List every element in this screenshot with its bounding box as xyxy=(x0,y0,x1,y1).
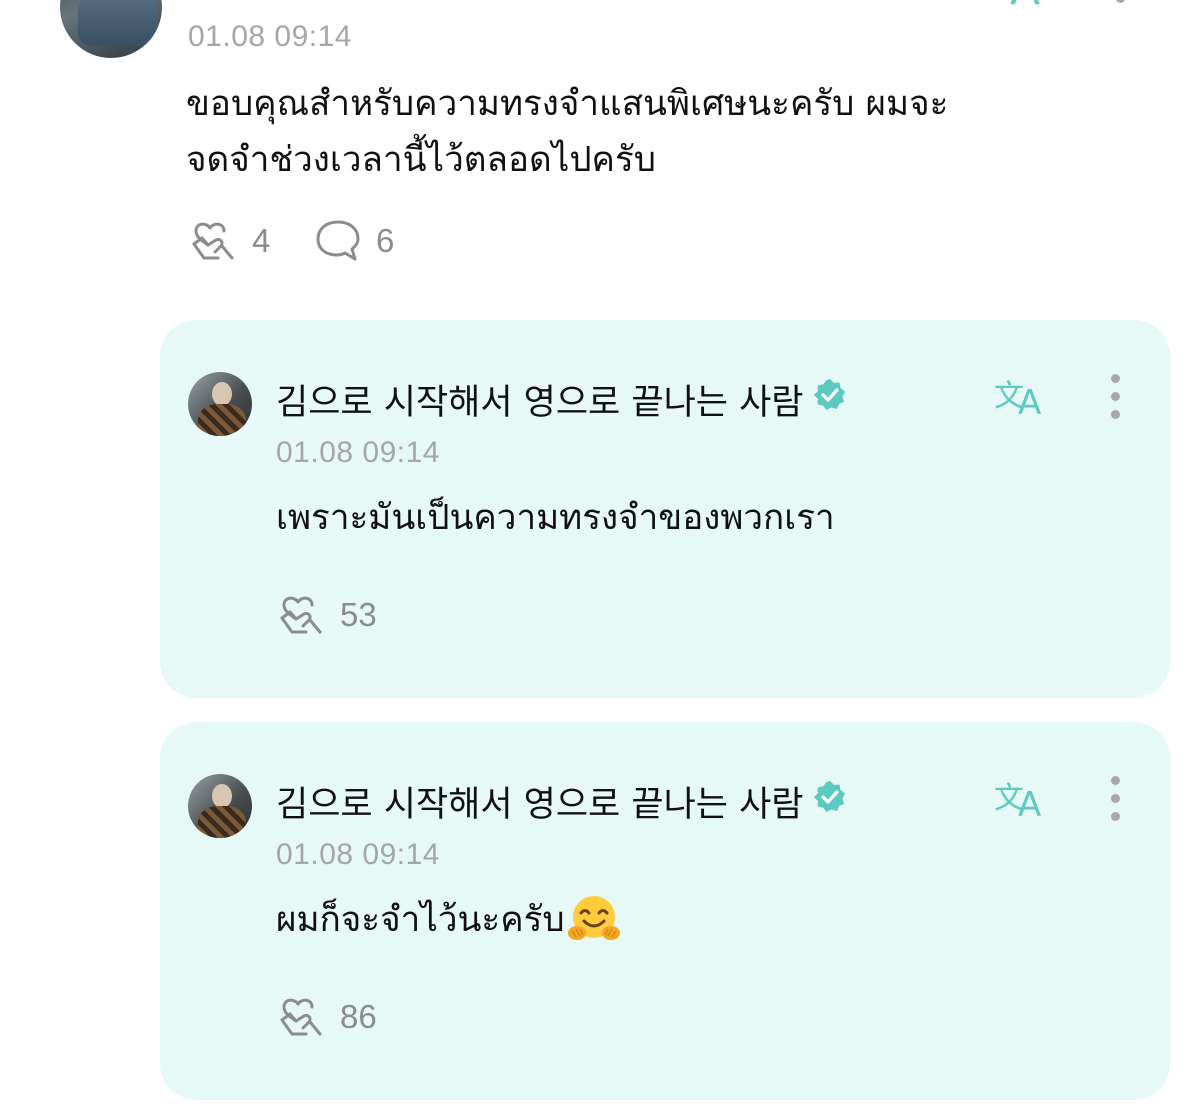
svg-text:A: A xyxy=(1018,785,1041,822)
verified-badge-icon xyxy=(812,377,848,422)
post-like-count: 4 xyxy=(252,222,271,259)
svg-text:A: A xyxy=(1018,383,1041,420)
reply-author-name: 김으로 시작해서 영으로 끝나는 사람 xyxy=(276,383,804,423)
svg-text:A: A xyxy=(1010,0,1040,12)
translate-icon: 文 A xyxy=(994,379,1054,424)
post-text-line-1: ขอบคุณสำหรับความทรงจำแสนพิเศษนะครับ ผมจะ xyxy=(186,84,949,124)
reply-like-button[interactable]: 86 xyxy=(276,994,377,1040)
post-timestamp: 01.08 09:14 xyxy=(188,20,352,53)
reply-timestamp: 01.08 09:14 xyxy=(276,838,440,871)
hugging-face-emoji xyxy=(567,893,621,947)
speech-bubble-icon xyxy=(314,218,362,264)
verified-badge-icon xyxy=(812,779,848,824)
reply-like-count: 53 xyxy=(340,596,377,633)
heart-hand-icon xyxy=(276,592,326,638)
translate-button[interactable]: 文 A xyxy=(994,372,1054,424)
reply-author-avatar[interactable] xyxy=(188,372,252,436)
more-options-button[interactable] xyxy=(1108,374,1122,420)
reply-card: 김으로 시작해서 영으로 끝나는 사람 文 A 01.08 09:14 ผมก็… xyxy=(160,722,1170,1100)
reply-text: เพราะมันเป็นความทรงจำของพวกเรา xyxy=(276,498,835,538)
reply-author-name: 김으로 시작해서 영으로 끝나는 사람 xyxy=(276,785,804,825)
more-vertical-icon xyxy=(1108,776,1122,821)
post-text: ขอบคุณสำหรับความทรงจำแสนพิเศษนะครับ ผมจะ… xyxy=(186,76,948,188)
post-author-avatar[interactable] xyxy=(60,0,162,58)
post-text-line-2: จดจำช่วงเวลานี้ไว้ตลอดไปครับ xyxy=(186,140,656,180)
reply-like-button[interactable]: 53 xyxy=(276,592,377,638)
post-translate-icon[interactable]: A xyxy=(1008,0,1058,12)
reply-card: 김으로 시작해서 영으로 끝나는 사람 文 A 01.08 09:14 เพรา… xyxy=(160,320,1170,698)
more-options-button[interactable] xyxy=(1108,776,1122,822)
post-comment-count: 6 xyxy=(376,222,395,259)
reply-author[interactable]: 김으로 시작해서 영으로 끝나는 사람 xyxy=(276,374,848,425)
reply-like-count: 86 xyxy=(340,998,377,1035)
post-more-icon[interactable] xyxy=(1113,0,1127,14)
reply-author[interactable]: 김으로 시작해서 영으로 끝나는 사람 xyxy=(276,776,848,827)
heart-hand-icon xyxy=(276,994,326,1040)
more-vertical-icon xyxy=(1108,374,1122,419)
reply-text: ผมก็จะจำไว้นะครับ xyxy=(276,892,621,948)
reply-author-avatar[interactable] xyxy=(188,774,252,838)
reply-timestamp: 01.08 09:14 xyxy=(276,436,440,469)
translate-button[interactable]: 文 A xyxy=(994,774,1054,826)
translate-icon: 文 A xyxy=(994,781,1054,826)
reply-text-content: ผมก็จะจำไว้นะครับ xyxy=(276,900,565,940)
post-comment-button[interactable]: 6 xyxy=(314,218,394,264)
heart-hand-icon xyxy=(188,218,238,264)
post-like-button[interactable]: 4 xyxy=(188,218,270,264)
